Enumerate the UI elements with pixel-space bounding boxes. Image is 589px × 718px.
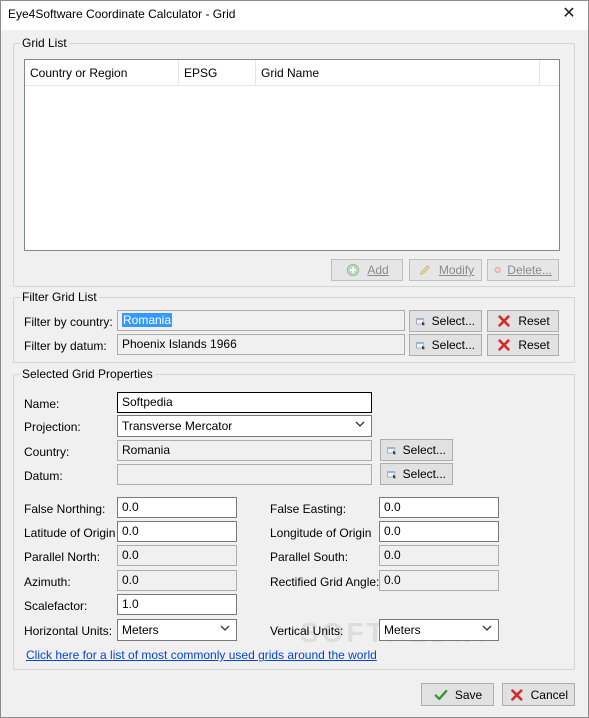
horizontal-units-value: Meters — [122, 623, 159, 637]
column-country[interactable]: Country or Region — [25, 60, 179, 86]
reset-x-icon — [498, 339, 510, 351]
grid-list-label: Grid List — [20, 36, 69, 50]
cancel-x-icon — [511, 688, 523, 701]
cancel-label: Cancel — [530, 687, 568, 702]
scalefactor-field[interactable]: 1.0 — [117, 594, 237, 615]
properties-group-label: Selected Grid Properties — [20, 367, 155, 381]
false-easting-field[interactable]: 0.0 — [379, 497, 499, 518]
add-button[interactable]: Add — [331, 259, 403, 281]
datum-select-label: Select... — [402, 467, 446, 481]
column-grid-name[interactable]: Grid Name — [256, 60, 540, 86]
grid-list-header: Country or Region EPSG Grid Name — [25, 60, 559, 86]
country-field[interactable]: Romania — [117, 440, 372, 461]
parallel-south-label: Parallel South: — [270, 550, 349, 564]
latitude-origin-field[interactable]: 0.0 — [117, 521, 237, 542]
projection-value: Transverse Mercator — [122, 419, 233, 433]
grid-list-view[interactable]: Country or Region EPSG Grid Name — [24, 59, 560, 251]
cancel-button[interactable]: Cancel — [502, 683, 575, 706]
country-label: Country: — [24, 445, 70, 459]
select-window-icon — [387, 471, 397, 479]
add-icon — [347, 263, 360, 277]
delete-button[interactable]: Delete... — [487, 259, 559, 281]
close-icon[interactable]: ✕ — [558, 4, 580, 26]
name-field[interactable]: Softpedia — [117, 392, 372, 413]
save-label: Save — [454, 687, 483, 702]
false-northing-field[interactable]: 0.0 — [117, 497, 237, 518]
checkmark-icon — [434, 689, 448, 700]
rectified-grid-angle-field[interactable]: 0.0 — [379, 570, 499, 591]
column-epsg[interactable]: EPSG — [179, 60, 256, 86]
vertical-units-dropdown[interactable]: Meters — [379, 619, 499, 641]
parallel-south-field[interactable]: 0.0 — [379, 545, 499, 566]
country-select-label: Select... — [402, 443, 446, 457]
filter-datum-select-label: Select... — [431, 338, 475, 352]
vertical-units-label: Vertical Units: — [270, 624, 344, 638]
latitude-origin-label: Latitude of Origin — [24, 526, 116, 540]
rectified-grid-angle-label: Rectified Grid Angle: — [270, 575, 380, 589]
longitude-origin-field[interactable]: 0.0 — [379, 521, 499, 542]
vertical-units-value: Meters — [384, 623, 421, 637]
scalefactor-label: Scalefactor: — [24, 599, 88, 613]
country-select-button[interactable]: Select... — [380, 439, 453, 461]
title-bar: Eye4Software Coordinate Calculator - Gri… — [1, 1, 588, 30]
filter-country-field[interactable]: Romania — [117, 310, 405, 331]
azimuth-label: Azimuth: — [24, 575, 71, 589]
chevron-down-icon — [220, 625, 230, 631]
datum-select-button[interactable]: Select... — [380, 463, 453, 485]
azimuth-field[interactable]: 0.0 — [117, 570, 237, 591]
common-grids-link[interactable]: Click here for a list of most commonly u… — [26, 648, 377, 662]
projection-dropdown[interactable]: Transverse Mercator — [117, 415, 372, 437]
reset-x-icon — [498, 315, 510, 327]
false-easting-label: False Easting: — [270, 502, 347, 516]
filter-group-label: Filter Grid List — [20, 290, 99, 304]
filter-datum-field[interactable]: Phoenix Islands 1966 — [117, 334, 405, 355]
save-button[interactable]: Save — [421, 683, 494, 706]
filter-datum-select-button[interactable]: Select... — [409, 334, 482, 356]
datum-field[interactable] — [117, 464, 372, 485]
delete-icon — [494, 266, 501, 274]
filter-datum-reset-label: Reset — [518, 338, 550, 352]
projection-label: Projection: — [24, 420, 81, 434]
chevron-down-icon — [355, 421, 365, 427]
pencil-icon — [419, 265, 430, 276]
filter-country-reset-button[interactable]: Reset — [487, 310, 559, 332]
horizontal-units-dropdown[interactable]: Meters — [117, 619, 237, 641]
filter-country-select-label: Select... — [431, 314, 475, 328]
select-window-icon — [416, 342, 426, 350]
parallel-north-label: Parallel North: — [24, 550, 101, 564]
filter-datum-reset-button[interactable]: Reset — [487, 334, 559, 356]
delete-label: Delete... — [507, 263, 552, 277]
add-label: Add — [367, 263, 389, 277]
false-northing-label: False Northing: — [24, 502, 106, 516]
longitude-origin-label: Longitude of Origin — [270, 526, 372, 540]
filter-country-reset-label: Reset — [518, 314, 550, 328]
modify-label: Modify — [438, 263, 475, 277]
datum-label: Datum: — [24, 469, 63, 483]
chevron-down-icon — [482, 625, 492, 631]
select-window-icon — [416, 318, 426, 326]
filter-country-label: Filter by country: — [24, 315, 113, 329]
select-window-icon — [387, 447, 397, 455]
filter-datum-label: Filter by datum: — [24, 339, 107, 353]
parallel-north-field[interactable]: 0.0 — [117, 545, 237, 566]
horizontal-units-label: Horizontal Units: — [24, 624, 113, 638]
modify-button[interactable]: Modify — [409, 259, 482, 281]
window-title: Eye4Software Coordinate Calculator - Gri… — [8, 7, 236, 21]
name-label: Name: — [24, 397, 60, 411]
filter-country-select-button[interactable]: Select... — [409, 310, 482, 332]
